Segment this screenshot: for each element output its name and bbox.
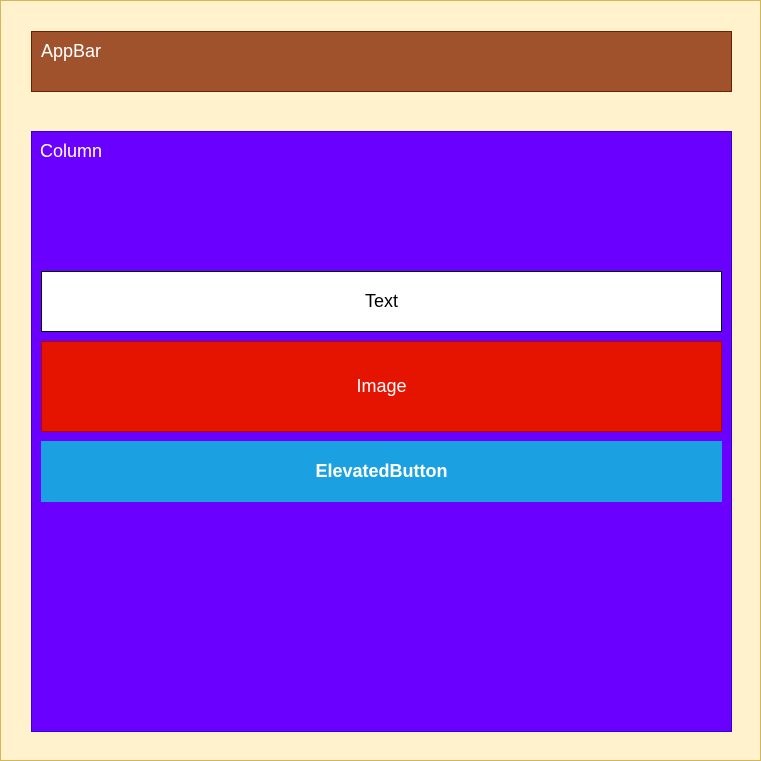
- image-widget-label: Image: [356, 376, 407, 396]
- elevated-button-box: ElevatedButton: [41, 441, 722, 502]
- diagram-canvas: AppBar Column Text Image ElevatedButton: [0, 0, 761, 761]
- appbar-label: AppBar: [41, 41, 102, 61]
- appbar-box: AppBar: [31, 31, 732, 92]
- image-widget-box: Image: [41, 341, 722, 432]
- text-widget-label: Text: [364, 291, 398, 311]
- text-widget-box: Text: [41, 271, 722, 332]
- elevated-button-label: ElevatedButton: [315, 461, 448, 481]
- column-label: Column: [40, 141, 103, 161]
